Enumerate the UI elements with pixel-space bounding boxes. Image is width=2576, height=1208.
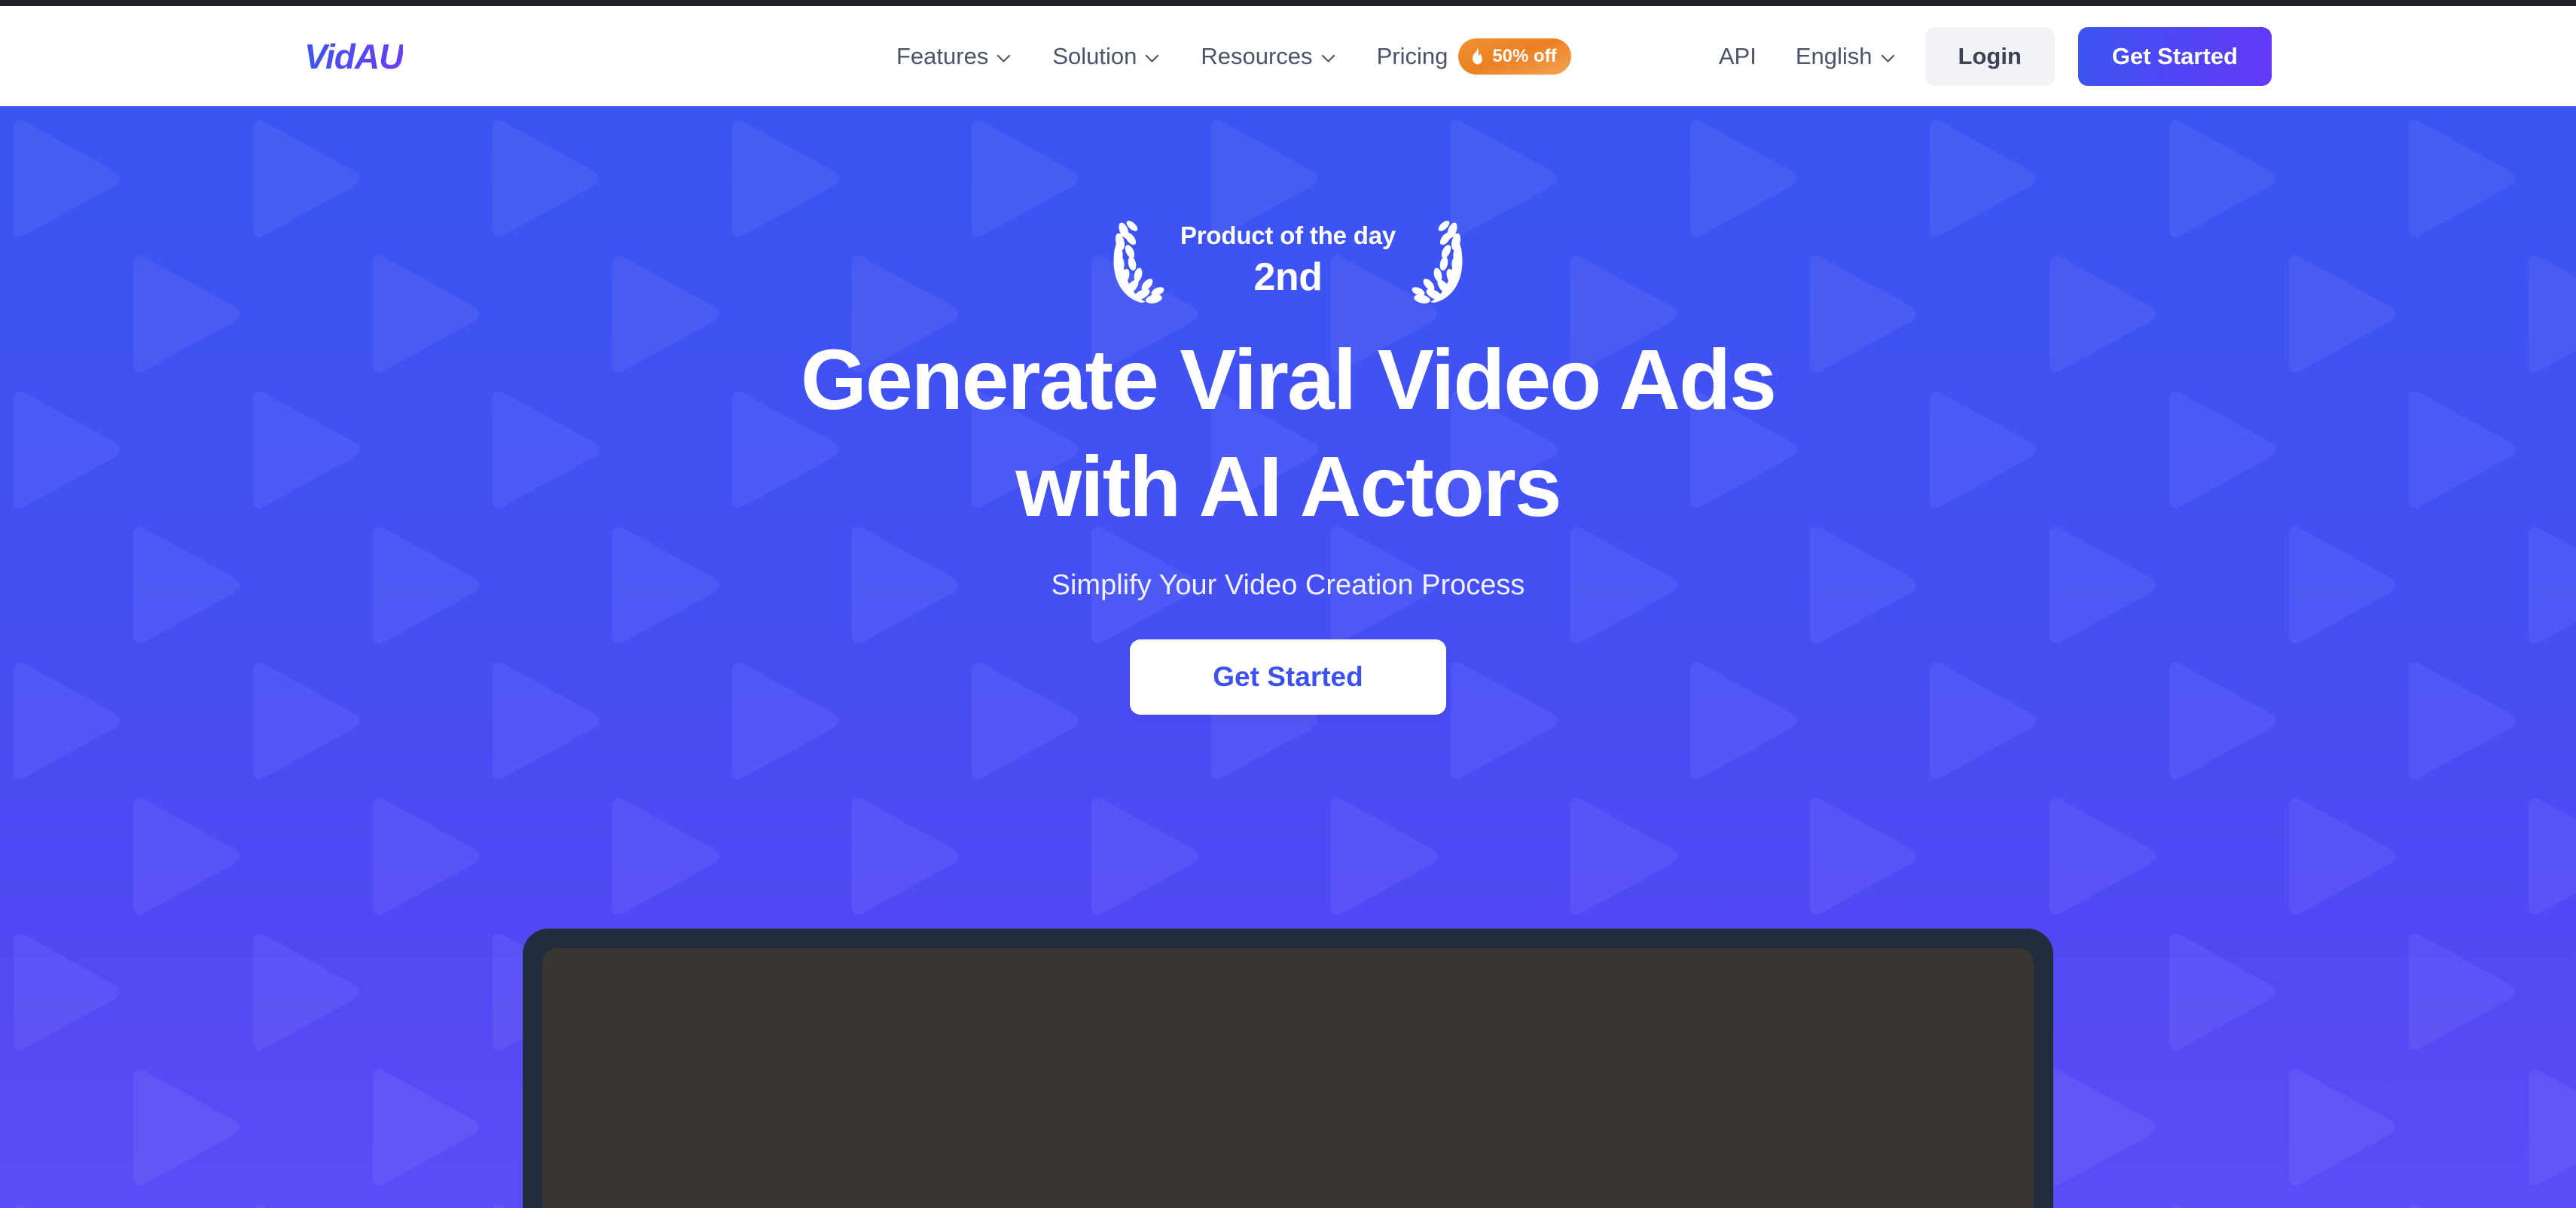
laurel-wreath-right-icon <box>1406 214 1465 308</box>
discount-badge-label: 50% off <box>1492 45 1557 66</box>
hero-get-started-button[interactable]: Get Started <box>1130 639 1446 715</box>
hero-title-line-1: Generate Viral Video Ads <box>801 332 1777 427</box>
secondary-nav: API English Login Get Started <box>1719 26 2576 86</box>
discount-badge[interactable]: 50% off <box>1458 38 1571 75</box>
nav-item-resources-label: Resources <box>1201 42 1313 69</box>
language-selector-label: English <box>1795 42 1872 69</box>
flame-icon <box>1469 47 1485 66</box>
chevron-down-icon <box>1145 54 1159 63</box>
video-player-screen[interactable] <box>542 948 2034 1208</box>
chevron-down-icon <box>1321 54 1335 63</box>
browser-chrome-strip <box>0 0 2576 6</box>
nav-item-features[interactable]: Features <box>896 43 1011 70</box>
award-text: Product of the day 2nd <box>1174 221 1402 300</box>
nav-item-resources[interactable]: Resources <box>1201 43 1335 70</box>
brand-logo[interactable]: VidAU <box>304 36 404 77</box>
nav-item-pricing-label: Pricing <box>1376 42 1448 69</box>
top-navigation-bar: VidAU Features Solution Resources Pricin… <box>0 6 2576 106</box>
hero-title-line-2: with AI Actors <box>1015 439 1561 535</box>
hero-section: Product of the day 2nd Generate Viral Vi… <box>0 106 2576 1208</box>
nav-item-solution-label: Solution <box>1052 42 1137 69</box>
nav-item-pricing[interactable]: Pricing 50% off <box>1377 38 1571 75</box>
nav-item-api[interactable]: API <box>1719 43 1757 70</box>
login-button[interactable]: Login <box>1924 26 2055 86</box>
nav-item-solution[interactable]: Solution <box>1052 43 1159 70</box>
product-of-the-day-award: Product of the day 2nd <box>1111 212 1465 310</box>
chevron-down-icon <box>997 54 1011 63</box>
laurel-wreath-left-icon <box>1111 214 1170 308</box>
award-rank: 2nd <box>1253 255 1323 299</box>
hero-subtitle: Simplify Your Video Creation Process <box>1051 569 1525 601</box>
header-get-started-button[interactable]: Get Started <box>2077 26 2272 86</box>
chevron-down-icon <box>1881 54 1895 63</box>
award-title: Product of the day <box>1180 221 1396 249</box>
primary-nav: Features Solution Resources Pricing 50% … <box>896 38 1571 75</box>
language-selector[interactable]: English <box>1796 43 1895 70</box>
page-title: Generate Viral Video Ads with AI Actors <box>801 326 1777 541</box>
nav-item-features-label: Features <box>896 42 989 69</box>
video-player-device[interactable] <box>523 929 2053 1208</box>
